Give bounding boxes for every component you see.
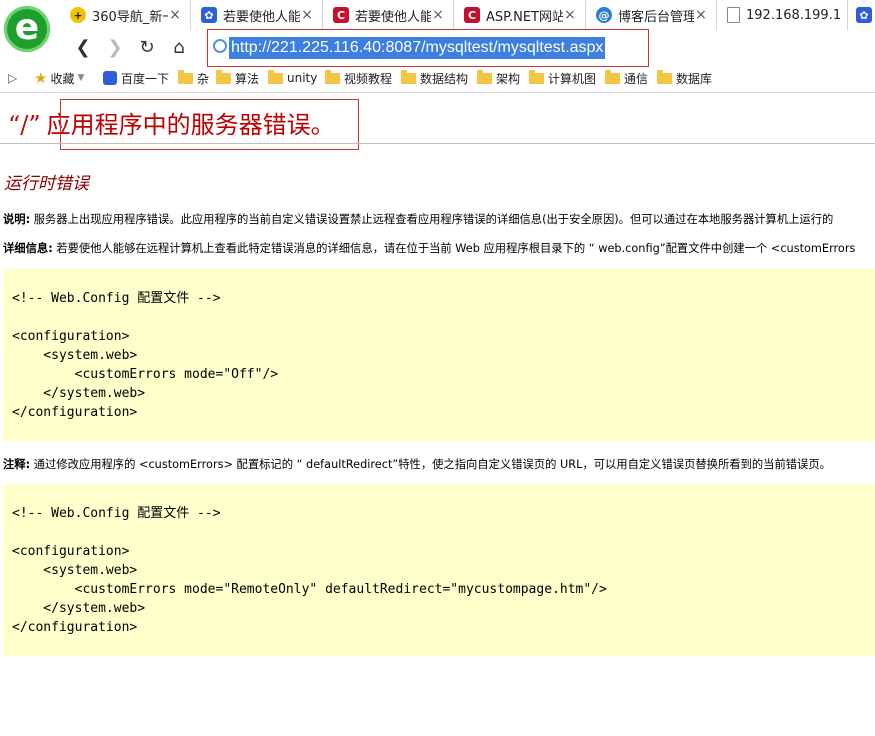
- csdn-icon: C: [464, 7, 480, 23]
- folder-icon: [605, 69, 620, 84]
- code-text: <!-- Web.Config 配置文件 --> <configuration>…: [12, 506, 607, 635]
- tab-0[interactable]: + 360导航_新一 ×: [60, 0, 191, 30]
- code-block-1: <!-- Web.Config 配置文件 --> <configuration>…: [3, 269, 875, 441]
- folder-icon: [325, 69, 340, 84]
- section-heading: 运行时错误: [4, 174, 89, 194]
- bookmark-folder[interactable]: 数据库: [657, 69, 712, 87]
- url-input[interactable]: http://221.225.116.40:8087/mysqltest/mys…: [229, 37, 606, 59]
- bookmark-folder[interactable]: 算法: [216, 69, 259, 87]
- bookmark-folder[interactable]: 杂: [178, 69, 209, 87]
- tab-5[interactable]: 192.168.199.1: [717, 0, 848, 30]
- sidebar-toggle-icon[interactable]: ▷: [8, 69, 17, 87]
- folder-icon: [657, 69, 672, 84]
- close-icon[interactable]: ×: [431, 7, 445, 23]
- baidu-paw-icon: ✿: [856, 7, 872, 23]
- tab-label: ASP.NET网站: [486, 9, 563, 25]
- close-icon[interactable]: ×: [168, 7, 182, 23]
- tab-3[interactable]: C ASP.NET网站 ×: [454, 0, 586, 30]
- bookmark-folder[interactable]: 视频教程: [325, 69, 392, 87]
- folder-icon: [216, 69, 231, 84]
- folder-icon: [268, 69, 283, 84]
- close-icon[interactable]: ×: [300, 7, 314, 23]
- browser-logo-icon[interactable]: e: [4, 6, 50, 52]
- folder-icon: [529, 69, 544, 84]
- error-page: “/” 应用程序中的服务器错误。 运行时错误 说明: 服务器上出现应用程序错误。此…: [0, 93, 875, 736]
- tab-label: 若要使他人能: [223, 9, 300, 25]
- bookmarks-bar: ▷ ★ 收藏 ▼ 百度一下 杂 算法 unity 视频教程 数据结构 架构 计算…: [0, 63, 875, 93]
- folder-icon: [178, 69, 193, 84]
- back-icon[interactable]: ❮: [72, 36, 94, 58]
- divider: [0, 143, 875, 144]
- chevron-down-icon: ▼: [77, 73, 85, 83]
- blog-icon: @: [596, 7, 612, 23]
- reload-icon[interactable]: ↻: [136, 36, 158, 58]
- bookmark-folder[interactable]: unity: [268, 69, 317, 87]
- forward-icon[interactable]: ❯: [104, 36, 126, 58]
- navigation-bar: ❮ ❯ ↻ ⌂ http://221.225.116.40:8087/mysql…: [60, 29, 875, 67]
- close-icon[interactable]: ×: [694, 7, 708, 23]
- close-icon[interactable]: ×: [563, 7, 577, 23]
- baidu-paw-icon: [103, 71, 117, 85]
- description-line: 说明: 服务器上出现应用程序错误。此应用程序的当前自定义错误设置禁止远程查看应用…: [3, 213, 834, 226]
- folder-icon: [477, 69, 492, 84]
- page-icon: [727, 7, 740, 23]
- details-line: 详细信息: 若要使他人能够在远程计算机上查看此特定错误消息的详细信息，请在位于当…: [3, 242, 856, 255]
- bookmark-folder[interactable]: 计算机图: [529, 69, 596, 87]
- browser-chrome: e + 360导航_新一 × ✿ 若要使他人能 × C 若要使他人能 × C A…: [0, 0, 875, 93]
- tab-strip: + 360导航_新一 × ✿ 若要使他人能 × C 若要使他人能 × C ASP…: [60, 0, 875, 30]
- bookmark-baidu[interactable]: 百度一下: [103, 69, 169, 87]
- tab-label: 若要使他人能: [355, 9, 431, 25]
- baidu-paw-icon: ✿: [201, 7, 217, 23]
- home-icon[interactable]: ⌂: [168, 36, 190, 58]
- address-bar[interactable]: http://221.225.116.40:8087/mysqltest/mys…: [207, 29, 875, 67]
- tab-label: 360导航_新一: [92, 9, 168, 25]
- bookmark-folder[interactable]: 架构: [477, 69, 520, 87]
- tab-label: 博客后台管理: [618, 9, 694, 25]
- tab-6[interactable]: ✿: [848, 0, 875, 30]
- bookmark-folder[interactable]: 通信: [605, 69, 648, 87]
- csdn-icon: C: [333, 7, 349, 23]
- folder-icon: [401, 69, 416, 84]
- note-line: 注释: 通过修改应用程序的 <customErrors> 配置标记的 “ def…: [3, 458, 831, 471]
- code-block-2: <!-- Web.Config 配置文件 --> <configuration>…: [3, 484, 875, 656]
- 360-nav-icon: +: [70, 7, 86, 23]
- bookmark-folder[interactable]: 数据结构: [401, 69, 468, 87]
- code-text: <!-- Web.Config 配置文件 --> <configuration>…: [12, 291, 279, 420]
- globe-icon: [213, 39, 227, 53]
- tab-2[interactable]: C 若要使他人能 ×: [323, 0, 454, 30]
- tab-4[interactable]: @ 博客后台管理 ×: [586, 0, 717, 30]
- tab-label: 192.168.199.1: [746, 7, 842, 23]
- star-icon: ★: [34, 69, 48, 87]
- bookmark-favorites[interactable]: ★ 收藏 ▼: [34, 69, 84, 87]
- tab-1[interactable]: ✿ 若要使他人能 ×: [191, 0, 323, 30]
